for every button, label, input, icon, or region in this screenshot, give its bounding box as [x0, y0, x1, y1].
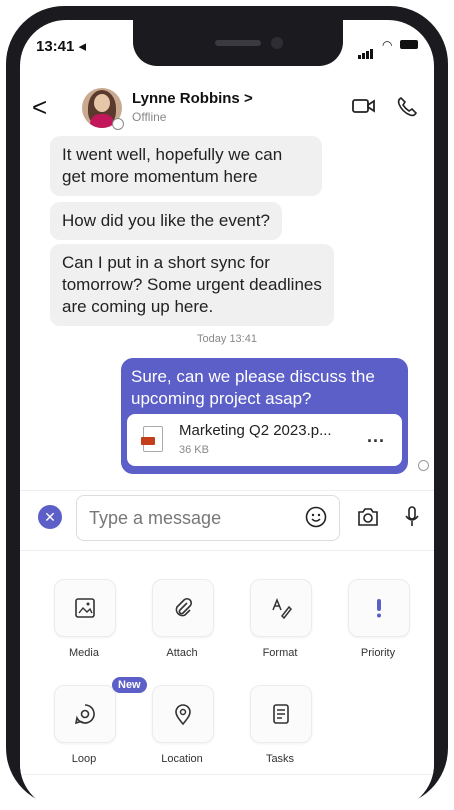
paperclip-icon — [175, 597, 193, 617]
close-icon[interactable]: ✕ — [38, 505, 62, 529]
loop-icon — [74, 704, 95, 725]
signal-icon — [358, 41, 374, 59]
file-size: 36 KB — [179, 444, 209, 456]
incoming-message: Can I put in a short sync for tomorrow? … — [50, 244, 334, 326]
outgoing-message-text: Sure, can we please discuss the upcoming… — [131, 367, 375, 408]
media-button[interactable] — [54, 579, 116, 637]
presence-offline-icon — [112, 118, 124, 130]
actions-tray: Media Attach Format Priority New Loop Lo… — [20, 550, 434, 810]
exclamation-icon — [377, 599, 381, 618]
microphone-icon[interactable] — [404, 505, 420, 529]
screen: 13:41 ◂ ◠ < Lynne Robbins > Offline It w… — [20, 20, 434, 810]
attach-label: Attach — [166, 647, 198, 659]
format-label: Format — [262, 647, 298, 659]
incoming-message: How did you like the event? — [50, 202, 282, 240]
message-input[interactable] — [87, 504, 291, 532]
message-composer: ✕ — [20, 490, 434, 547]
tasks-icon — [273, 704, 289, 724]
sent-status-icon — [418, 460, 429, 471]
incoming-message: It went well, hopefully we can get more … — [50, 136, 322, 196]
back-button[interactable]: < — [32, 94, 47, 120]
message-timestamp: Today 13:41 — [197, 333, 257, 345]
video-call-icon[interactable] — [352, 96, 376, 116]
file-attachment[interactable]: Marketing Q2 2023.p... 36 KB ... — [127, 414, 402, 466]
phone-call-icon[interactable] — [396, 96, 418, 118]
tasks-button[interactable] — [250, 685, 312, 743]
wifi-icon: ◠ — [382, 38, 393, 52]
priority-button[interactable] — [348, 579, 410, 637]
divider — [20, 774, 434, 775]
format-button[interactable] — [250, 579, 312, 637]
image-icon — [75, 598, 95, 618]
priority-label: Priority — [360, 647, 396, 659]
location-label: Location — [161, 753, 203, 765]
more-options-icon[interactable]: ... — [367, 426, 385, 447]
format-icon — [272, 597, 292, 620]
message-input-box[interactable] — [76, 495, 340, 541]
notch — [133, 20, 343, 66]
outgoing-message: Sure, can we please discuss the upcoming… — [121, 358, 408, 474]
location-button[interactable] — [152, 685, 214, 743]
emoji-icon[interactable] — [305, 506, 327, 528]
location-pin-icon — [175, 704, 191, 726]
tasks-label: Tasks — [265, 753, 295, 765]
chat-header: < Lynne Robbins > Offline — [20, 80, 434, 136]
media-label: Media — [69, 647, 99, 659]
powerpoint-file-icon — [141, 426, 163, 452]
phone-frame: 13:41 ◂ ◠ < Lynne Robbins > Offline It w… — [6, 6, 448, 810]
loop-button[interactable] — [54, 685, 116, 743]
camera-icon[interactable] — [356, 506, 380, 528]
new-badge: New — [112, 677, 147, 693]
attach-button[interactable] — [152, 579, 214, 637]
status-time: 13:41 ◂ — [36, 38, 87, 55]
loop-label: Loop — [71, 753, 97, 765]
battery-icon — [400, 40, 418, 49]
contact-name[interactable]: Lynne Robbins > — [132, 90, 253, 107]
contact-status: Offline — [132, 110, 167, 124]
file-name: Marketing Q2 2023.p... — [179, 422, 332, 439]
